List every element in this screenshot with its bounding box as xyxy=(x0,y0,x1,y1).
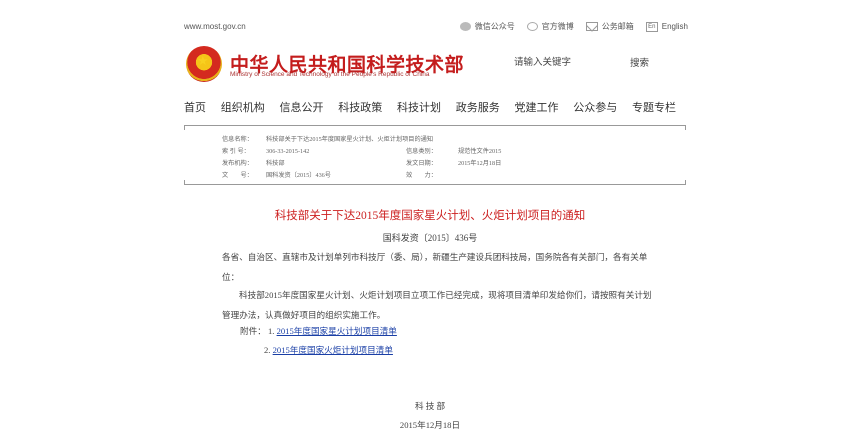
wechat-link[interactable]: 微信公众号 xyxy=(459,21,515,32)
info-row-validity: 效 力： xyxy=(406,170,458,179)
search-button[interactable]: 搜索 xyxy=(630,55,649,69)
nav-topics[interactable]: 专题专栏 xyxy=(632,99,676,117)
search-input[interactable] xyxy=(514,54,634,70)
attachment-2: 2. 2015年度国家火炬计划项目清单 xyxy=(264,344,393,356)
info-index-label: 索 引 号： xyxy=(222,148,250,155)
weibo-icon xyxy=(526,22,538,31)
box-corner-right xyxy=(685,180,686,185)
national-emblem-logo[interactable] xyxy=(186,46,222,82)
document-title: 科技部关于下达2015年度国家星火计划、火炬计划项目的通知 xyxy=(274,210,586,222)
nav-services[interactable]: 政务服务 xyxy=(456,99,500,117)
nav-programs[interactable]: 科技计划 xyxy=(397,99,441,117)
nav-public[interactable]: 公众参与 xyxy=(573,99,617,117)
info-row-number: 文 号： 国科发资〔2015〕436号 xyxy=(222,170,331,179)
attachment-2-number: 2. xyxy=(264,345,271,355)
info-row-issuer: 发布机构： 科技部 xyxy=(222,158,285,167)
document-info-box: 信息名称： 科技部关于下达2015年度国家星火计划、火炬计划项目的通知 索 引 号… xyxy=(184,125,686,185)
wechat-icon xyxy=(459,22,471,31)
info-date-label: 发文日期： xyxy=(406,160,437,167)
english-icon: En xyxy=(645,21,658,32)
info-category-label: 信息类别： xyxy=(406,148,437,155)
attachment-1-link[interactable]: 2015年度国家星火计划项目清单 xyxy=(277,326,397,336)
sign-date: 2015年12月18日 xyxy=(399,420,461,430)
info-validity-label: 效 力： xyxy=(406,172,437,179)
paragraph-recipients: 各省、自治区、直辖市及计划单列市科技厅（委、局），新疆生产建设兵团科技局，国务院… xyxy=(222,252,648,282)
box-corner-left xyxy=(184,180,185,185)
info-category-value: 规范性文件2015 xyxy=(458,148,502,155)
nav-organization[interactable]: 组织机构 xyxy=(221,99,265,117)
attachment-1: 附件： 1. 2015年度国家星火计划项目清单 xyxy=(240,325,397,337)
site-url: www.most.gov.cn xyxy=(184,22,246,31)
mail-icon xyxy=(585,22,598,31)
weibo-label: 官方微博 xyxy=(541,22,574,31)
info-issuer-value: 科技部 xyxy=(266,160,285,167)
mail-link[interactable]: 公务邮箱 xyxy=(585,21,634,32)
info-index-value: 306-33-2015-142 xyxy=(266,148,310,155)
info-row-name: 信息名称： 科技部关于下达2015年度国家星火计划、火炬计划项目的通知 xyxy=(222,134,433,143)
ministry-title-en: Ministry of Science and Technology of th… xyxy=(230,71,430,78)
wechat-label: 微信公众号 xyxy=(474,22,515,31)
info-row-category: 信息类别： 规范性文件2015 xyxy=(406,146,501,155)
weibo-link[interactable]: 官方微博 xyxy=(526,21,574,32)
attachment-label: 附件： xyxy=(240,326,266,336)
nav-home[interactable]: 首页 xyxy=(184,99,206,117)
english-label: English xyxy=(661,22,688,31)
nav-info-disclosure[interactable]: 信息公开 xyxy=(280,99,324,117)
top-bar: www.most.gov.cn 微信公众号 官方微博 公务邮箱 En Engli… xyxy=(184,19,688,35)
info-number-value: 国科发资〔2015〕436号 xyxy=(266,172,331,179)
info-number-label: 文 号： xyxy=(222,172,253,179)
mail-label: 公务邮箱 xyxy=(601,22,634,31)
main-nav: 首页 组织机构 信息公开 科技政策 科技计划 政务服务 党建工作 公众参与 专题… xyxy=(184,99,676,117)
top-links: 微信公众号 官方微博 公务邮箱 En English xyxy=(459,21,688,32)
info-date-value: 2015年12月18日 xyxy=(458,160,502,167)
nav-policy[interactable]: 科技政策 xyxy=(338,99,382,117)
nav-party[interactable]: 党建工作 xyxy=(515,99,559,117)
attachment-1-number: 1. xyxy=(267,326,275,336)
attachment-2-link[interactable]: 2015年度国家火炬计划项目清单 xyxy=(273,345,393,355)
english-link[interactable]: En English xyxy=(645,21,688,32)
signer: 科 技 部 xyxy=(414,401,446,411)
document-number: 国科发资〔2015〕436号 xyxy=(382,233,478,243)
info-name-label: 信息名称： xyxy=(222,136,253,143)
site-header: 中华人民共和国科学技术部 Ministry of Science and Tec… xyxy=(186,46,686,86)
paragraph-content: 科技部2015年度国家星火计划、火炬计划项目立项工作已经完成，现将项目清单印发给… xyxy=(222,290,652,320)
info-issuer-label: 发布机构： xyxy=(222,160,253,167)
info-row-date: 发文日期： 2015年12月18日 xyxy=(406,158,501,167)
info-name-value: 科技部关于下达2015年度国家星火计划、火炬计划项目的通知 xyxy=(266,136,434,143)
info-row-index: 索 引 号： 306-33-2015-142 xyxy=(222,146,309,155)
